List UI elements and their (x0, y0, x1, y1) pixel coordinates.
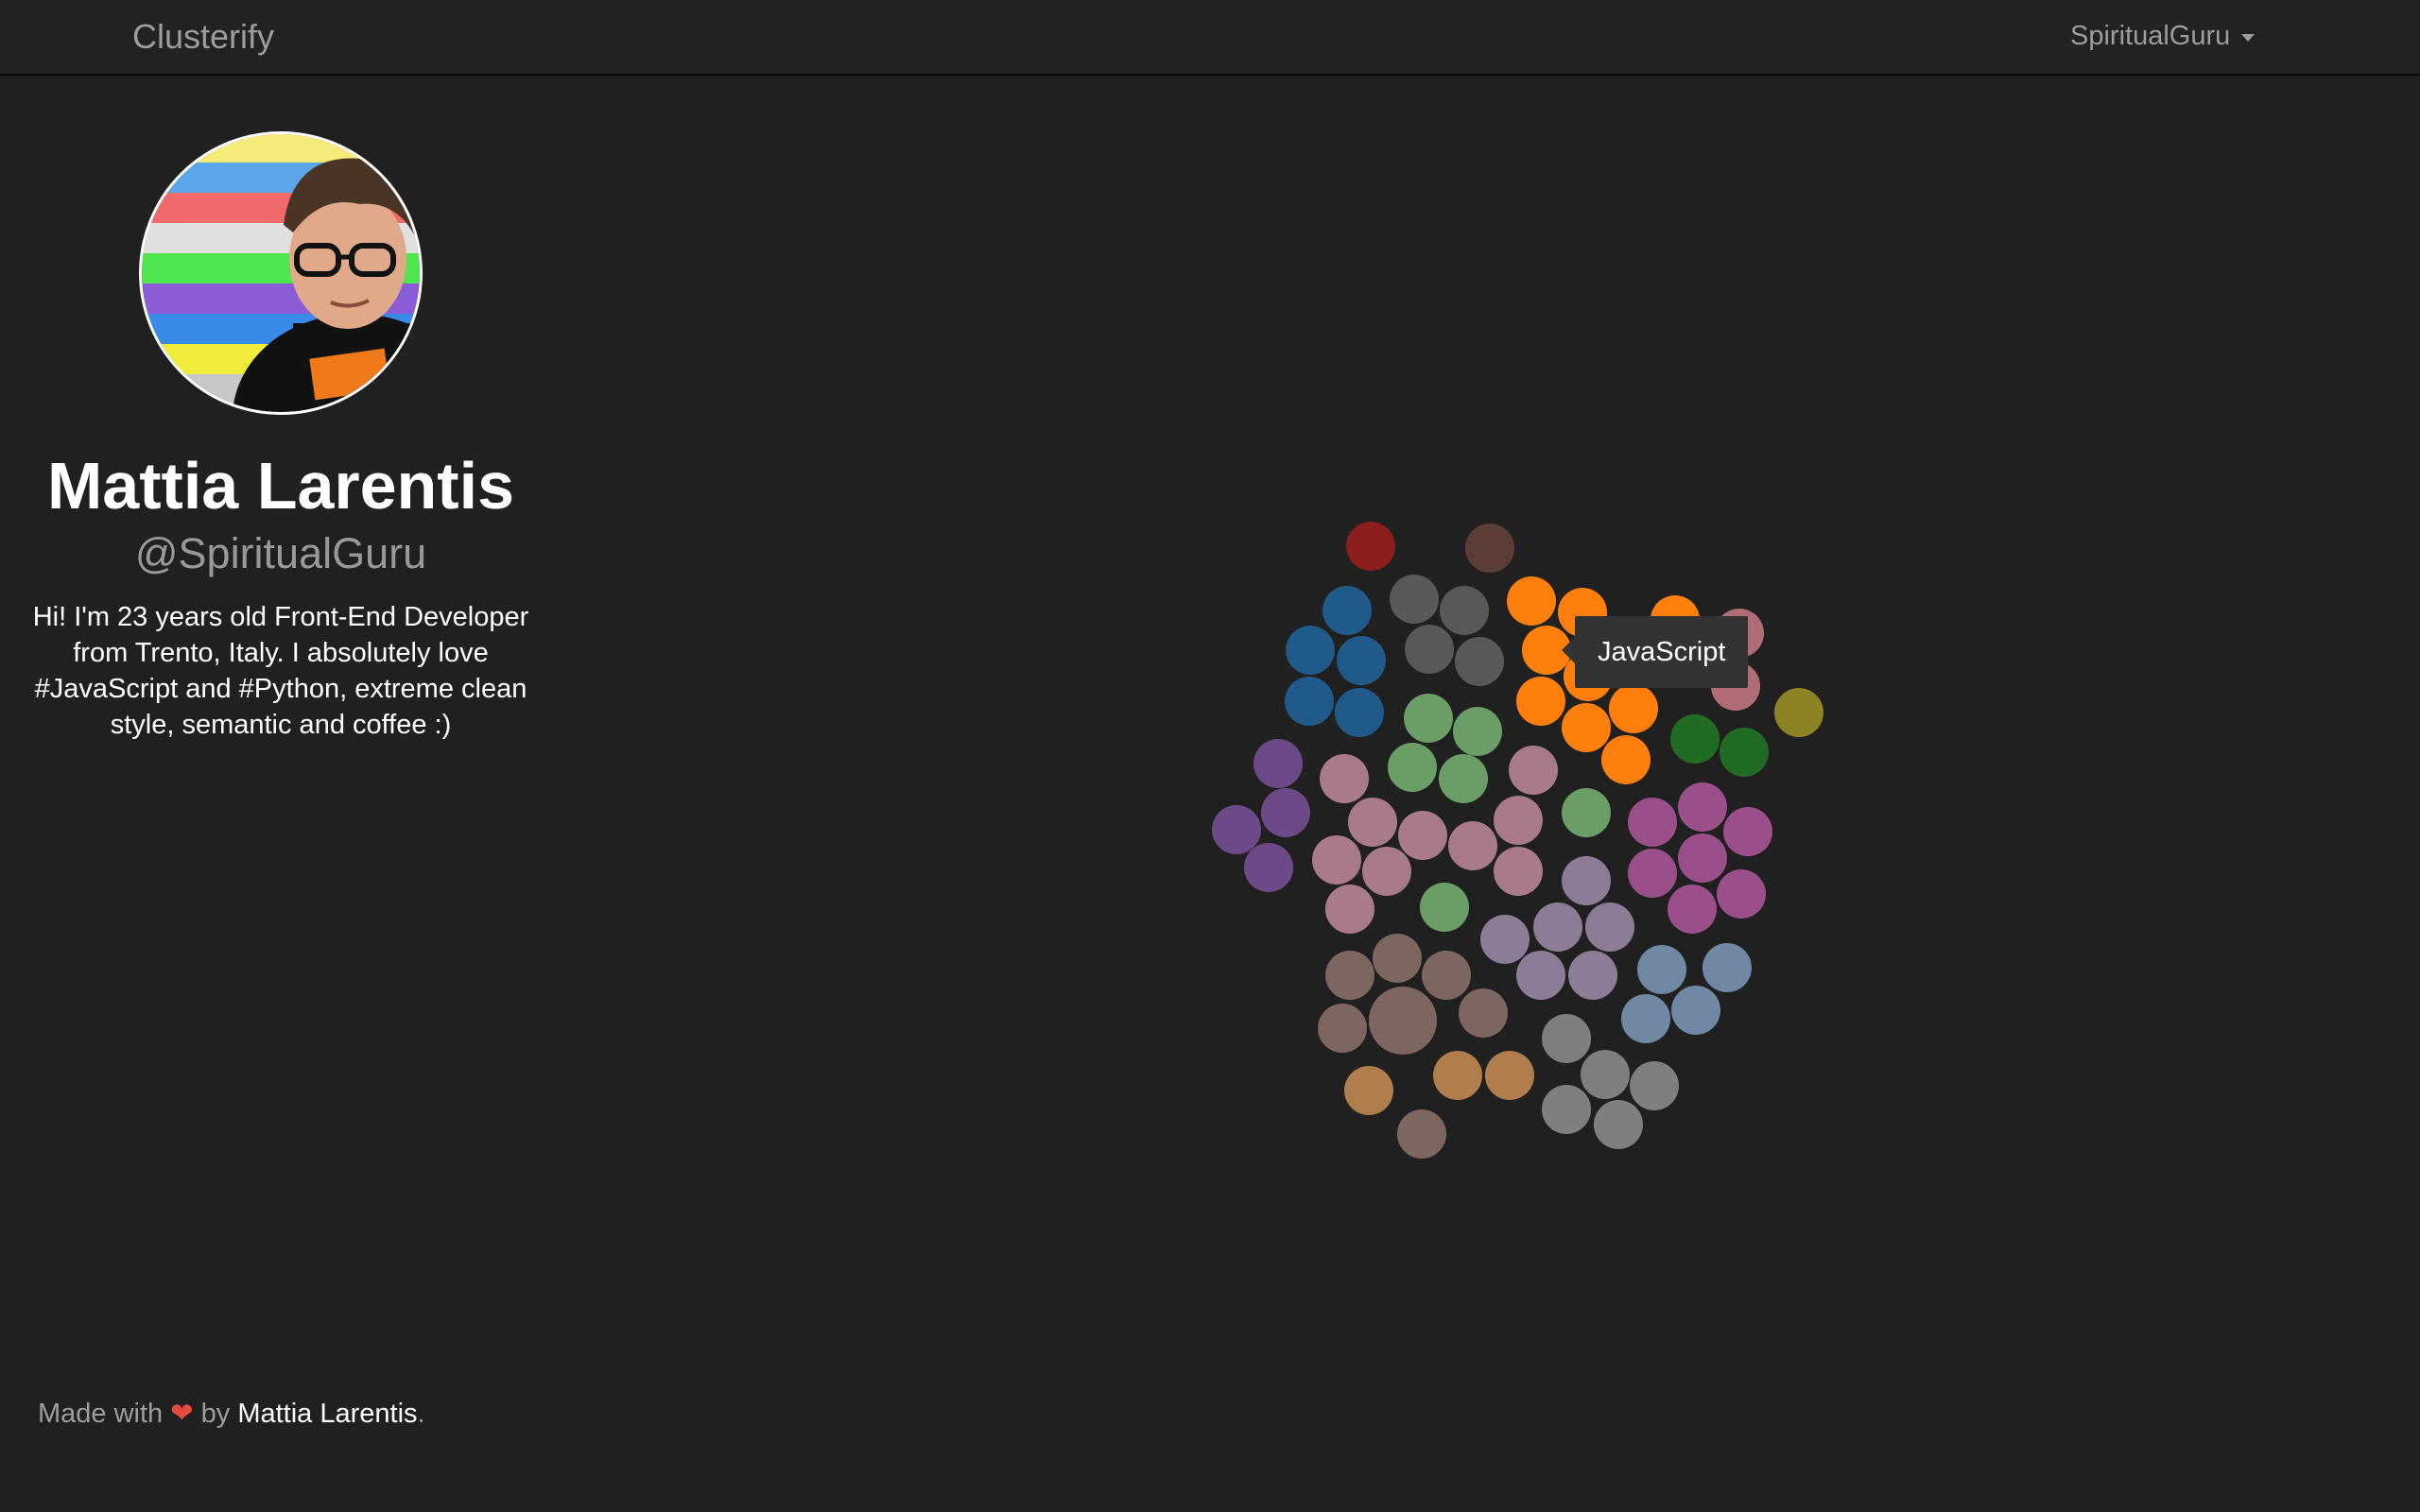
bubble-javascript-1[interactable] (1507, 576, 1556, 626)
bubble-purple-3[interactable] (1212, 805, 1261, 854)
bubble-dark-gray-2[interactable] (1440, 586, 1489, 635)
bubble-chart (1212, 522, 1824, 1159)
bubble-purple-1[interactable] (1253, 739, 1303, 788)
bubble-pink-2[interactable] (1348, 798, 1397, 847)
bubble-magenta-4[interactable] (1628, 849, 1677, 898)
bubble-javascript-5[interactable] (1516, 677, 1565, 726)
bubble-pink-6[interactable] (1362, 847, 1411, 896)
bubble-blue-2[interactable] (1286, 626, 1335, 675)
bubble-magenta-5[interactable] (1678, 833, 1727, 883)
bubble-javascript-9[interactable] (1601, 735, 1651, 784)
bubble-blue-5[interactable] (1335, 688, 1384, 737)
bubble-pink-8[interactable] (1509, 746, 1558, 795)
bubble-brown-4[interactable] (1318, 1004, 1367, 1053)
bubble-dark-green-1[interactable] (1670, 714, 1720, 764)
bubble-brown-1[interactable] (1373, 934, 1422, 983)
bubble-pink-10[interactable] (1494, 847, 1543, 896)
footer-suffix: . (417, 1399, 425, 1429)
bubble-green-2[interactable] (1453, 707, 1502, 756)
bubble-pink-9[interactable] (1494, 796, 1543, 845)
bubble-mauve-6[interactable] (1568, 951, 1617, 1000)
bubble-pink-1[interactable] (1320, 754, 1369, 803)
bubble-brown-3[interactable] (1422, 951, 1471, 1000)
bubble-mauve-3[interactable] (1533, 902, 1582, 952)
bubble-brown-2[interactable] (1325, 951, 1374, 1000)
bubble-magenta-7[interactable] (1717, 869, 1766, 919)
bubble-light-gray-1[interactable] (1542, 1014, 1591, 1063)
bubble-brown-5[interactable] (1369, 987, 1437, 1055)
bubble-light-gray-2[interactable] (1581, 1050, 1630, 1099)
bubble-brown-7[interactable] (1397, 1109, 1446, 1159)
bubble-magenta-2[interactable] (1678, 782, 1727, 832)
bubble-tan-2[interactable] (1433, 1051, 1482, 1100)
bubble-tan-1[interactable] (1344, 1066, 1393, 1115)
bubble-green-6[interactable] (1420, 883, 1469, 932)
footer-prefix: Made with (38, 1399, 164, 1429)
bubble-light-gray-4[interactable] (1542, 1085, 1591, 1134)
bubble-mauve-2[interactable] (1480, 915, 1530, 964)
bubble-brown-6[interactable] (1459, 988, 1508, 1038)
bubble-dark-gray-1[interactable] (1390, 575, 1439, 624)
bubble-green-1[interactable] (1404, 694, 1453, 743)
footer-by: by (200, 1399, 231, 1429)
bubble-slate-2[interactable] (1703, 943, 1752, 992)
bubble-pink-7[interactable] (1325, 885, 1374, 934)
bubble-red-1[interactable] (1346, 522, 1395, 571)
footer: Made with ❤ by Mattia Larentis. (38, 1397, 425, 1430)
bubble-green-4[interactable] (1439, 754, 1488, 803)
bubble-tan-3[interactable] (1485, 1051, 1534, 1100)
bubble-olive-1[interactable] (1774, 688, 1824, 737)
tooltip: JavaScript (1561, 616, 1749, 688)
bubble-dark-green-2[interactable] (1720, 728, 1769, 777)
bubble-pink-5[interactable] (1312, 835, 1361, 885)
bubble-magenta-1[interactable] (1628, 798, 1677, 847)
bubble-blue-3[interactable] (1337, 636, 1386, 685)
bubble-slate-1[interactable] (1637, 945, 1686, 994)
bubble-blue-4[interactable] (1285, 677, 1334, 726)
bubble-dark-gray-3[interactable] (1405, 625, 1454, 674)
bubble-mauve-4[interactable] (1585, 902, 1634, 952)
heart-icon: ❤ (170, 1399, 194, 1429)
bubble-light-gray-3[interactable] (1630, 1061, 1679, 1110)
bubble-javascript-8[interactable] (1562, 703, 1611, 752)
bubble-mauve-1[interactable] (1562, 856, 1611, 905)
bubble-magenta-6[interactable] (1668, 885, 1717, 934)
bubble-slate-4[interactable] (1671, 986, 1720, 1035)
bubble-green-3[interactable] (1388, 743, 1437, 792)
bubble-light-gray-5[interactable] (1594, 1100, 1643, 1149)
bubble-mauve-5[interactable] (1516, 951, 1565, 1000)
bubble-javascript-7[interactable] (1609, 684, 1658, 733)
bubble-blue-1[interactable] (1322, 586, 1372, 635)
bubble-purple-4[interactable] (1244, 843, 1293, 892)
bubble-dark-brown-1[interactable] (1465, 524, 1514, 573)
bubble-pink-4[interactable] (1448, 821, 1497, 870)
author-link[interactable]: Mattia Larentis (237, 1399, 417, 1429)
bubble-green-5[interactable] (1562, 788, 1611, 837)
bubble-magenta-3[interactable] (1723, 807, 1772, 856)
bubble-purple-2[interactable] (1261, 788, 1310, 837)
bubble-dark-gray-4[interactable] (1455, 637, 1504, 686)
page: Clusterify SpiritualGuru Mattia Larentis… (0, 0, 2420, 1512)
bubble-pink-3[interactable] (1398, 811, 1447, 860)
bubble-slate-3[interactable] (1621, 994, 1670, 1043)
